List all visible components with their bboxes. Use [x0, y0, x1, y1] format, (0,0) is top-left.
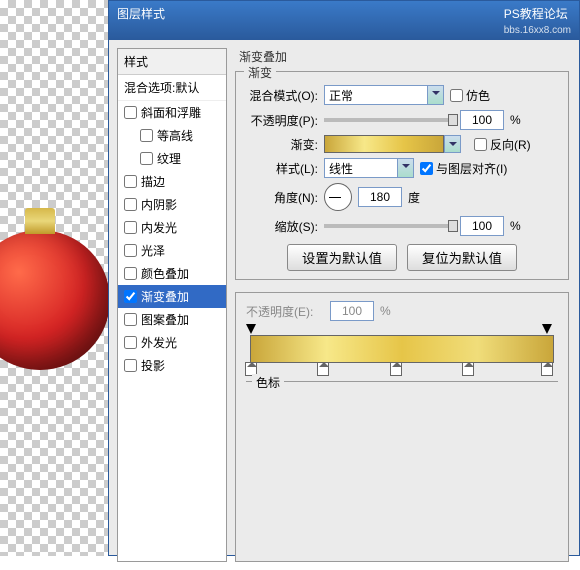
gradient-bar[interactable] [250, 335, 554, 363]
style-item-纹理[interactable]: 纹理 [118, 147, 226, 170]
opacity-slider[interactable] [324, 118, 454, 122]
style-checkbox[interactable] [124, 359, 137, 372]
style-item-label: 光泽 [141, 242, 165, 259]
style-checkbox[interactable] [124, 313, 137, 326]
style-checkbox[interactable] [124, 106, 137, 119]
set-default-button[interactable]: 设置为默认值 [287, 244, 397, 271]
dither-checkbox[interactable]: 仿色 [450, 87, 522, 104]
style-checkbox[interactable] [124, 267, 137, 280]
style-item-label: 投影 [141, 357, 165, 374]
main-heading: 渐变叠加 [239, 48, 569, 65]
style-item-label: 内发光 [141, 219, 177, 236]
degree-label: 度 [408, 189, 420, 206]
style-item-label: 渐变叠加 [141, 288, 189, 305]
style-checkbox[interactable] [140, 129, 153, 142]
style-item-label: 内阴影 [141, 196, 177, 213]
styles-list-panel: 样式 混合选项:默认 斜面和浮雕等高线纹理描边内阴影内发光光泽颜色叠加渐变叠加图… [117, 48, 227, 562]
scale-label: 缩放(S): [246, 218, 318, 235]
gradient-group-title: 渐变 [244, 64, 276, 81]
scale-slider[interactable] [324, 224, 454, 228]
reset-default-button[interactable]: 复位为默认值 [407, 244, 517, 271]
align-checkbox[interactable]: 与图层对齐(I) [420, 160, 507, 177]
color-stop[interactable] [390, 362, 402, 376]
style-item-光泽[interactable]: 光泽 [118, 239, 226, 262]
styles-header: 样式 [118, 49, 226, 75]
dialog-title: 图层样式 [117, 5, 165, 36]
chevron-down-icon [397, 159, 413, 177]
style-checkbox[interactable] [140, 152, 153, 165]
style-select[interactable]: 线性 [324, 158, 414, 178]
style-item-label: 斜面和浮雕 [141, 104, 201, 121]
style-checkbox[interactable] [124, 198, 137, 211]
layer-style-dialog: 图层样式 PS教程论坛 bbs.16xx8.com 样式 混合选项:默认 斜面和… [108, 0, 580, 556]
opacity-stop[interactable] [542, 324, 552, 334]
style-item-外发光[interactable]: 外发光 [118, 331, 226, 354]
opacity-label: 不透明度(P): [246, 112, 318, 129]
style-item-斜面和浮雕[interactable]: 斜面和浮雕 [118, 101, 226, 124]
style-checkbox[interactable] [124, 175, 137, 188]
blend-mode-label: 混合模式(O): [246, 87, 318, 104]
style-item-label: 图案叠加 [141, 311, 189, 328]
style-item-label: 外发光 [141, 334, 177, 351]
style-checkbox[interactable] [124, 336, 137, 349]
blending-options-default[interactable]: 混合选项:默认 [118, 75, 226, 101]
style-item-label: 纹理 [157, 150, 181, 167]
editor-opacity-value[interactable]: 100 [330, 301, 374, 321]
style-item-label: 描边 [141, 173, 165, 190]
style-label: 样式(L): [246, 160, 318, 177]
style-item-label: 等高线 [157, 127, 193, 144]
scale-value[interactable]: 100 [460, 216, 504, 236]
style-item-渐变叠加[interactable]: 渐变叠加 [118, 285, 226, 308]
style-item-内阴影[interactable]: 内阴影 [118, 193, 226, 216]
gradient-dropdown-icon[interactable] [444, 135, 461, 153]
color-stop[interactable] [317, 362, 329, 376]
gradient-group: 渐变 混合模式(O): 正常 仿色 不透明度(P): 100 % [235, 71, 569, 280]
angle-value[interactable]: 180 [358, 187, 402, 207]
opacity-value[interactable]: 100 [460, 110, 504, 130]
gradient-editor-panel: 不透明度(E): 100 % 色标 [235, 292, 569, 562]
credit-text: PS教程论坛 bbs.16xx8.com [504, 5, 571, 36]
dialog-titlebar[interactable]: 图层样式 PS教程论坛 bbs.16xx8.com [109, 1, 579, 40]
opacity-stop[interactable] [246, 324, 256, 334]
style-item-图案叠加[interactable]: 图案叠加 [118, 308, 226, 331]
gradient-label: 渐变: [246, 136, 318, 153]
style-item-内发光[interactable]: 内发光 [118, 216, 226, 239]
angle-label: 角度(N): [246, 189, 318, 206]
percent-label: % [510, 113, 521, 127]
style-checkbox[interactable] [124, 221, 137, 234]
reverse-checkbox[interactable]: 反向(R) [474, 136, 546, 153]
style-checkbox[interactable] [124, 244, 137, 257]
angle-dial[interactable] [324, 183, 352, 211]
style-item-等高线[interactable]: 等高线 [118, 124, 226, 147]
colorstops-section: 色标 [246, 381, 558, 388]
chevron-down-icon [427, 86, 443, 104]
percent-label: % [510, 219, 521, 233]
color-stop[interactable] [462, 362, 474, 376]
style-item-label: 颜色叠加 [141, 265, 189, 282]
style-item-投影[interactable]: 投影 [118, 354, 226, 377]
blend-mode-select[interactable]: 正常 [324, 85, 444, 105]
gradient-swatch[interactable] [324, 135, 444, 153]
style-item-描边[interactable]: 描边 [118, 170, 226, 193]
style-checkbox[interactable] [124, 290, 137, 303]
color-stop[interactable] [541, 362, 553, 376]
style-item-颜色叠加[interactable]: 颜色叠加 [118, 262, 226, 285]
editor-opacity-label: 不透明度(E): [246, 303, 324, 320]
